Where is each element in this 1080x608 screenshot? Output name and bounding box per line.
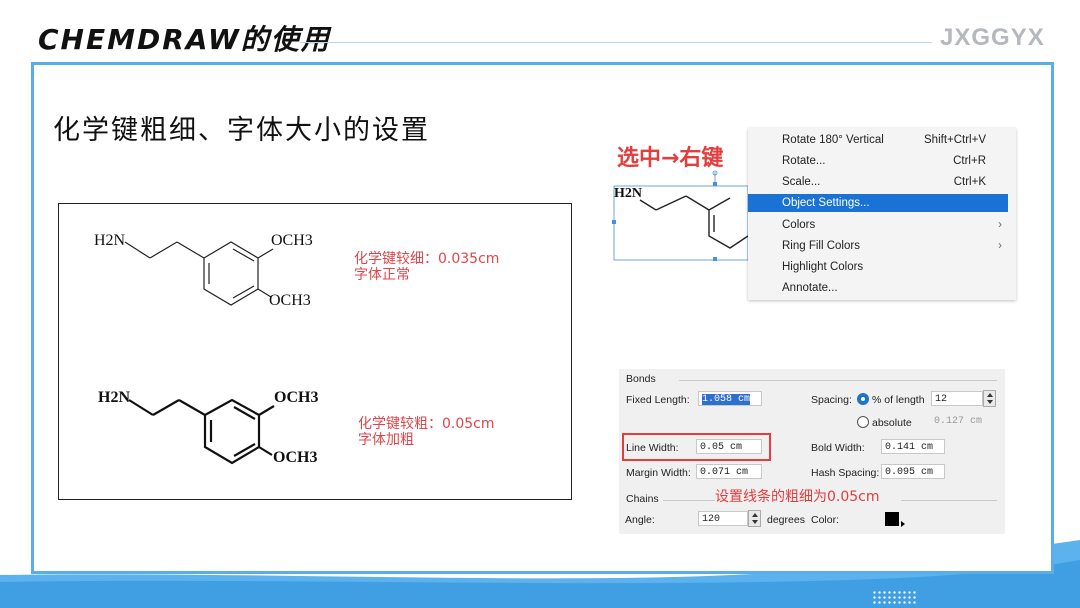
amine-label-thick: H2N bbox=[98, 389, 130, 406]
context-menu-item-label: Highlight Colors bbox=[782, 261, 864, 273]
spacing-absolute-label: absolute bbox=[872, 417, 912, 429]
fixed-length-input[interactable]: 1.058 cm bbox=[698, 391, 762, 406]
spacing-absolute-value: 0.127 cm bbox=[934, 416, 983, 427]
color-swatch[interactable] bbox=[885, 512, 899, 526]
object-settings-dialog: Bonds Fixed Length: 1.058 cm Spacing: % … bbox=[619, 369, 1005, 534]
methoxy-upper-thick: OCH3 bbox=[274, 389, 319, 406]
context-menu-item[interactable]: Rotate... Ctrl+R bbox=[748, 152, 1008, 170]
context-menu-item[interactable]: Annotate... bbox=[748, 279, 1008, 297]
spacing-label: Spacing: bbox=[811, 394, 852, 406]
hash-spacing-input[interactable]: 0.095 cm bbox=[881, 464, 945, 479]
thick-bond-note-line1: 化学键较粗：0.05cm bbox=[358, 416, 495, 432]
chains-separator-left bbox=[663, 500, 715, 501]
bonds-group-separator bbox=[679, 380, 997, 381]
context-menu-item-label: Colors bbox=[782, 219, 816, 231]
margin-width-label: Margin Width: bbox=[626, 467, 691, 479]
molecule-comparison-panel: H2N OCH3 OCH3 化学键较细：0.035cm 字体正常 H2N OCH… bbox=[58, 203, 572, 500]
spacing-percent-radio[interactable] bbox=[857, 393, 869, 405]
context-menu-item[interactable]: Scale... Ctrl+K bbox=[748, 173, 1008, 191]
color-label: Color: bbox=[811, 514, 840, 526]
angle-label: Angle: bbox=[625, 514, 655, 526]
context-menu-item[interactable]: Colors › bbox=[748, 216, 1008, 234]
context-menu-item-shortcut: Shift+Ctrl+V bbox=[924, 134, 986, 146]
line-width-input[interactable]: 0.05 cm bbox=[696, 439, 762, 454]
context-menu-item-label: Annotate... bbox=[782, 282, 838, 294]
spacing-percent-input[interactable]: 12 bbox=[931, 391, 983, 406]
slide-subtitle: 化学键粗细、字体大小的设置 bbox=[53, 115, 430, 146]
bold-width-input[interactable]: 0.141 cm bbox=[881, 439, 945, 454]
select-right-click-annotation: 选中→右键 bbox=[617, 146, 724, 171]
chains-group-label: Chains bbox=[626, 493, 659, 505]
angle-input[interactable]: 120 bbox=[698, 511, 748, 526]
brand-logo-text: JXGGYX bbox=[940, 24, 1045, 51]
context-menu-item-shortcut: Ctrl+K bbox=[953, 176, 986, 188]
fixed-length-label: Fixed Length: bbox=[626, 394, 690, 406]
angle-spinner[interactable] bbox=[748, 510, 761, 527]
submenu-arrow-icon: › bbox=[998, 219, 1002, 231]
context-menu-item-label: Scale... bbox=[782, 176, 821, 188]
thick-bond-note-line2: 字体加粗 bbox=[358, 432, 414, 448]
bold-width-label: Bold Width: bbox=[811, 442, 865, 454]
fragment-amine-label: H2N bbox=[614, 186, 642, 201]
context-menu-item-shortcut: Ctrl+R bbox=[953, 155, 986, 167]
submenu-arrow-icon: › bbox=[998, 240, 1002, 252]
context-menu-item-label: Rotate... bbox=[782, 155, 826, 167]
context-menu-item[interactable]: Rotate 180° Vertical Shift+Ctrl+V bbox=[748, 131, 1008, 149]
page-title: CHEMDRAW的使用 bbox=[38, 23, 331, 56]
context-menu-item[interactable]: Ring Fill Colors › bbox=[748, 237, 1008, 255]
degrees-label: degrees bbox=[767, 514, 805, 526]
context-menu: Rotate 180° Vertical Shift+Ctrl+V Rotate..… bbox=[748, 128, 1016, 300]
methoxy-lower-thick: OCH3 bbox=[273, 449, 318, 466]
context-menu-item-label: Object Settings... bbox=[782, 197, 870, 209]
hash-spacing-label: Hash Spacing: bbox=[811, 467, 880, 479]
context-menu-item[interactable]: Highlight Colors bbox=[748, 258, 1008, 276]
color-dropdown-icon[interactable] bbox=[901, 521, 905, 527]
spacing-absolute-radio[interactable] bbox=[857, 416, 869, 428]
spacing-spinner[interactable] bbox=[983, 390, 996, 407]
context-menu-item-label: Ring Fill Colors bbox=[782, 240, 860, 252]
context-menu-item-label: Rotate 180° Vertical bbox=[782, 134, 884, 146]
selected-fragment bbox=[612, 170, 749, 261]
spacing-percent-label: % of length bbox=[872, 394, 925, 406]
margin-width-input[interactable]: 0.071 cm bbox=[696, 464, 762, 479]
title-underline bbox=[300, 42, 932, 43]
dot-grid-decoration bbox=[872, 590, 916, 604]
line-width-label: Line Width: bbox=[626, 442, 679, 454]
line-width-note: 设置线条的粗细为0.05cm bbox=[715, 489, 880, 505]
bonds-group-label: Bonds bbox=[626, 373, 656, 385]
context-menu-item[interactable]: Object Settings... bbox=[748, 194, 1008, 212]
chains-separator-right bbox=[901, 500, 997, 501]
